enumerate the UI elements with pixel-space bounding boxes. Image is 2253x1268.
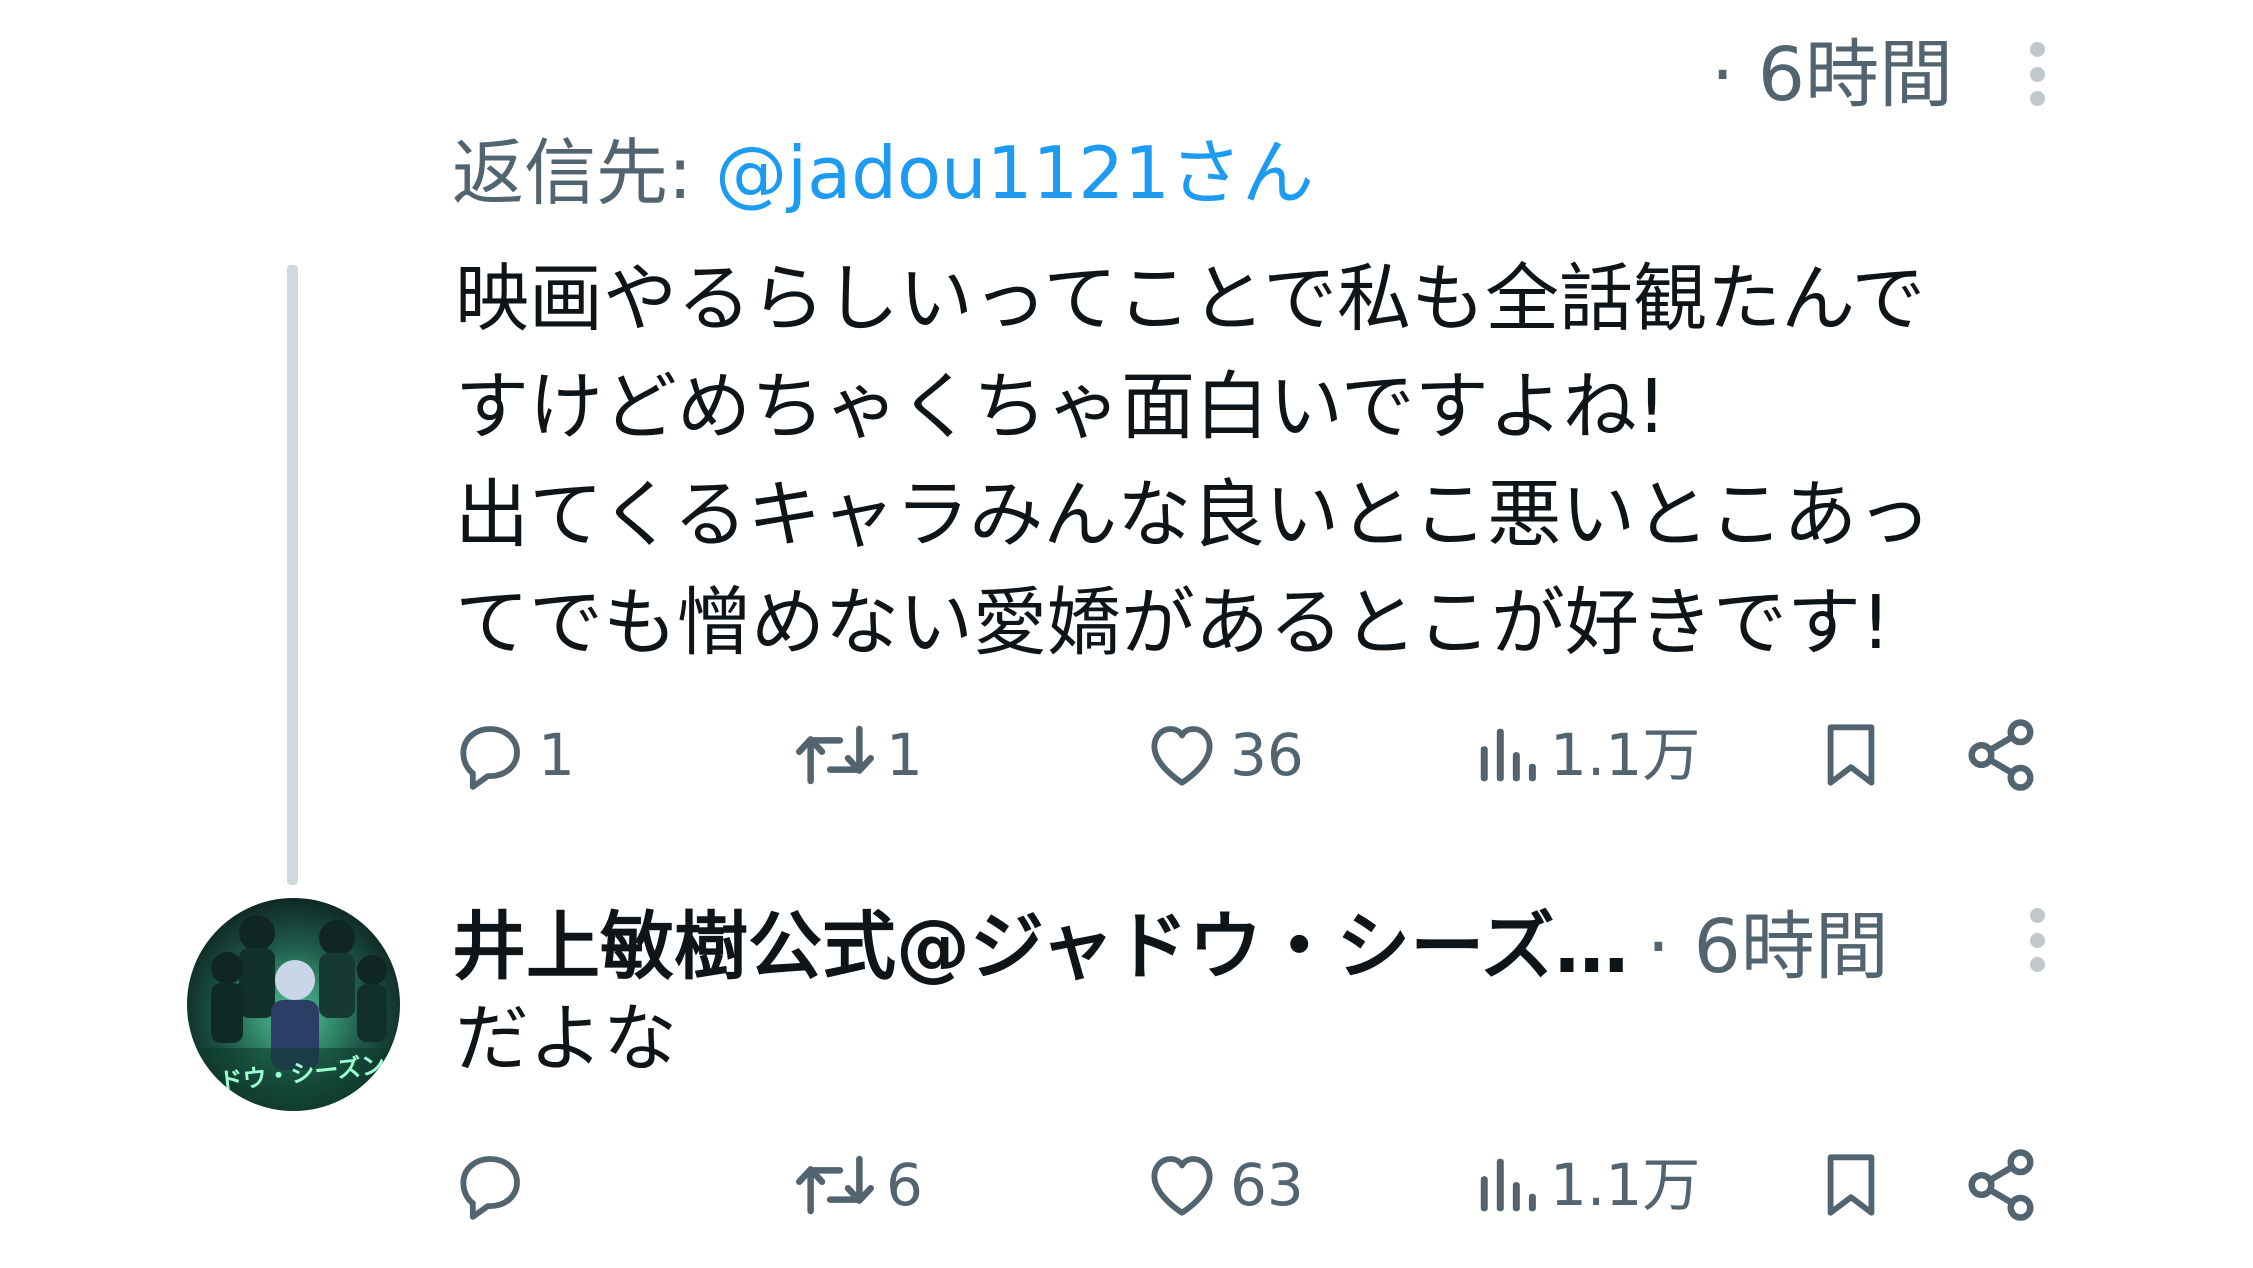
- retweet-count: 1: [886, 721, 923, 789]
- retweet-icon: [796, 725, 874, 785]
- heart-icon: [1151, 726, 1213, 786]
- views-button[interactable]: 1.1万: [1472, 1140, 1700, 1230]
- tweet-thread: · 6時間 返信先: @jadou1121さん 映画やるらしいってことで私も全話…: [0, 0, 2253, 1268]
- share-button[interactable]: [1962, 710, 2040, 800]
- author-display-name[interactable]: 井上敏樹公式@ジャドウ・シーズ…: [452, 887, 1629, 994]
- tweet2-header: 井上敏樹公式@ジャドウ・シーズ… · 6時間: [452, 895, 1889, 990]
- bookmark-button[interactable]: [1816, 1140, 1886, 1230]
- retweet-icon: [796, 1155, 874, 1215]
- like-count: 63: [1230, 1151, 1304, 1219]
- view-count: 1.1万: [1550, 1151, 1701, 1219]
- views-icon: [1480, 728, 1536, 782]
- tweet2-text: だよな: [455, 996, 677, 1082]
- thread-connector-line: [287, 265, 298, 885]
- replying-label: 返信先:: [452, 131, 716, 215]
- bookmark-icon: [1827, 1154, 1875, 1216]
- view-count: 1.1万: [1550, 721, 1701, 789]
- tweet1-text: 映画やるらしいってことで私も全話観たんで すけどめちゃくちゃ面白いですよね! 出…: [455, 256, 1932, 666]
- reply-icon: [460, 1156, 520, 1220]
- replying-to: 返信先: @jadou1121さん: [452, 130, 1314, 216]
- bookmark-icon: [1827, 724, 1875, 786]
- share-icon: [1968, 719, 2034, 791]
- reply-icon: [460, 726, 520, 790]
- avatar[interactable]: ャドウ・シーズン: [187, 898, 400, 1111]
- retweet-button[interactable]: 6: [792, 1140, 923, 1230]
- more-vertical-icon[interactable]: [2026, 42, 2048, 106]
- retweet-count: 6: [886, 1151, 923, 1219]
- retweet-button[interactable]: 1: [792, 710, 923, 800]
- tweet1-timestamp[interactable]: · 6時間: [1711, 38, 1953, 112]
- tweet1-action-bar: 1 1 36 1.1万: [452, 710, 2052, 800]
- views-icon: [1480, 1158, 1536, 1212]
- like-button[interactable]: 36: [1142, 710, 1304, 800]
- like-count: 36: [1230, 721, 1304, 789]
- replying-handle-link[interactable]: @jadou1121さん: [715, 131, 1314, 215]
- reply-button[interactable]: 1: [452, 710, 575, 800]
- share-button[interactable]: [1962, 1140, 2040, 1230]
- share-icon: [1968, 1149, 2034, 1221]
- reply-button[interactable]: [452, 1140, 538, 1230]
- tweet2-timestamp[interactable]: · 6時間: [1647, 887, 1889, 994]
- views-button[interactable]: 1.1万: [1472, 710, 1700, 800]
- bookmark-button[interactable]: [1816, 710, 1886, 800]
- tweet2-action-bar: 6 63 1.1万: [452, 1140, 2052, 1230]
- like-button[interactable]: 63: [1142, 1140, 1304, 1230]
- heart-icon: [1151, 1156, 1213, 1216]
- reply-count: 1: [538, 721, 575, 789]
- more-vertical-icon[interactable]: [2026, 908, 2048, 972]
